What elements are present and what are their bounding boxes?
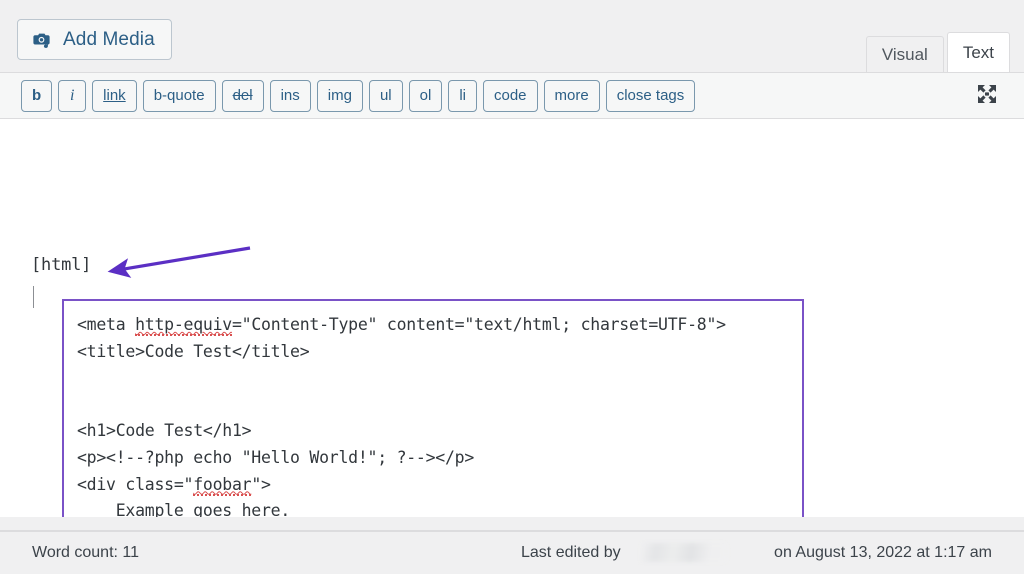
quicktag-del-button[interactable]: del xyxy=(222,80,264,112)
quicktag-ins-button[interactable]: ins xyxy=(270,80,311,112)
misspelled-word: foobar xyxy=(193,475,251,496)
quicktag-italic-button[interactable]: i xyxy=(58,80,86,112)
code-line-6: <p><!--?php echo "Hello World!"; ?--></p… xyxy=(77,445,802,472)
code-line-4 xyxy=(77,392,802,419)
add-media-button[interactable]: Add Media xyxy=(17,19,172,60)
quicktag-bquote-button[interactable]: b-quote xyxy=(143,80,216,112)
word-count-label: Word count: 11 xyxy=(32,544,139,562)
code-block-highlight: <meta http-equiv="Content-Type" content=… xyxy=(62,299,804,517)
quicktag-close-tags-button[interactable]: close tags xyxy=(606,80,696,112)
code-line-1: <meta http-equiv="Content-Type" content=… xyxy=(77,312,802,339)
code-line-8: Example goes here. xyxy=(77,498,802,517)
misspelled-word: http-equiv xyxy=(135,315,232,336)
code-line-7: <div class="foobar"> xyxy=(77,472,802,499)
last-edited-date: on August 13, 2022 at 1:17 am xyxy=(774,544,992,562)
add-media-label: Add Media xyxy=(63,29,155,51)
shortcode-html-open: [html] xyxy=(31,255,91,275)
code-line-2: <title>Code Test</title> xyxy=(77,339,802,366)
quicktag-img-button[interactable]: img xyxy=(317,80,363,112)
quicktag-link-button[interactable]: link xyxy=(92,80,137,112)
status-divider xyxy=(0,531,1024,532)
quicktag-bold-button[interactable]: b xyxy=(21,80,52,112)
quicktag-ul-button[interactable]: ul xyxy=(369,80,403,112)
editor-status-bar: Word count: 11 Last edited by on August … xyxy=(0,530,1024,574)
post-content-textarea[interactable]: [html] <meta http-equiv="Content-Type" c… xyxy=(0,119,1024,517)
quicktags-toolbar: b i link b-quote del ins img ul ol li co… xyxy=(0,72,1024,119)
tab-visual[interactable]: Visual xyxy=(866,36,944,72)
editor-top-bar: Add Media Visual Text xyxy=(0,0,1024,72)
quicktag-li-button[interactable]: li xyxy=(448,80,477,112)
camera-music-icon xyxy=(32,29,54,51)
quicktag-code-button[interactable]: code xyxy=(483,80,538,112)
editor-mode-tabs: Visual Text xyxy=(866,32,1010,72)
fullscreen-toggle-button[interactable] xyxy=(971,80,1003,112)
code-line-3 xyxy=(77,365,802,392)
quicktag-ol-button[interactable]: ol xyxy=(409,80,443,112)
expand-arrows-icon xyxy=(976,83,998,110)
code-line-5: <h1>Code Test</h1> xyxy=(77,418,802,445)
redacted-author-name xyxy=(641,543,727,562)
tab-text[interactable]: Text xyxy=(947,32,1010,72)
text-caret xyxy=(33,286,34,308)
last-edited-by-label: Last edited by xyxy=(521,544,621,562)
quicktag-more-button[interactable]: more xyxy=(544,80,600,112)
annotation-arrow-to-html-open xyxy=(100,245,260,281)
wordpress-classic-editor: Add Media Visual Text b i link b-quote d… xyxy=(0,0,1024,574)
